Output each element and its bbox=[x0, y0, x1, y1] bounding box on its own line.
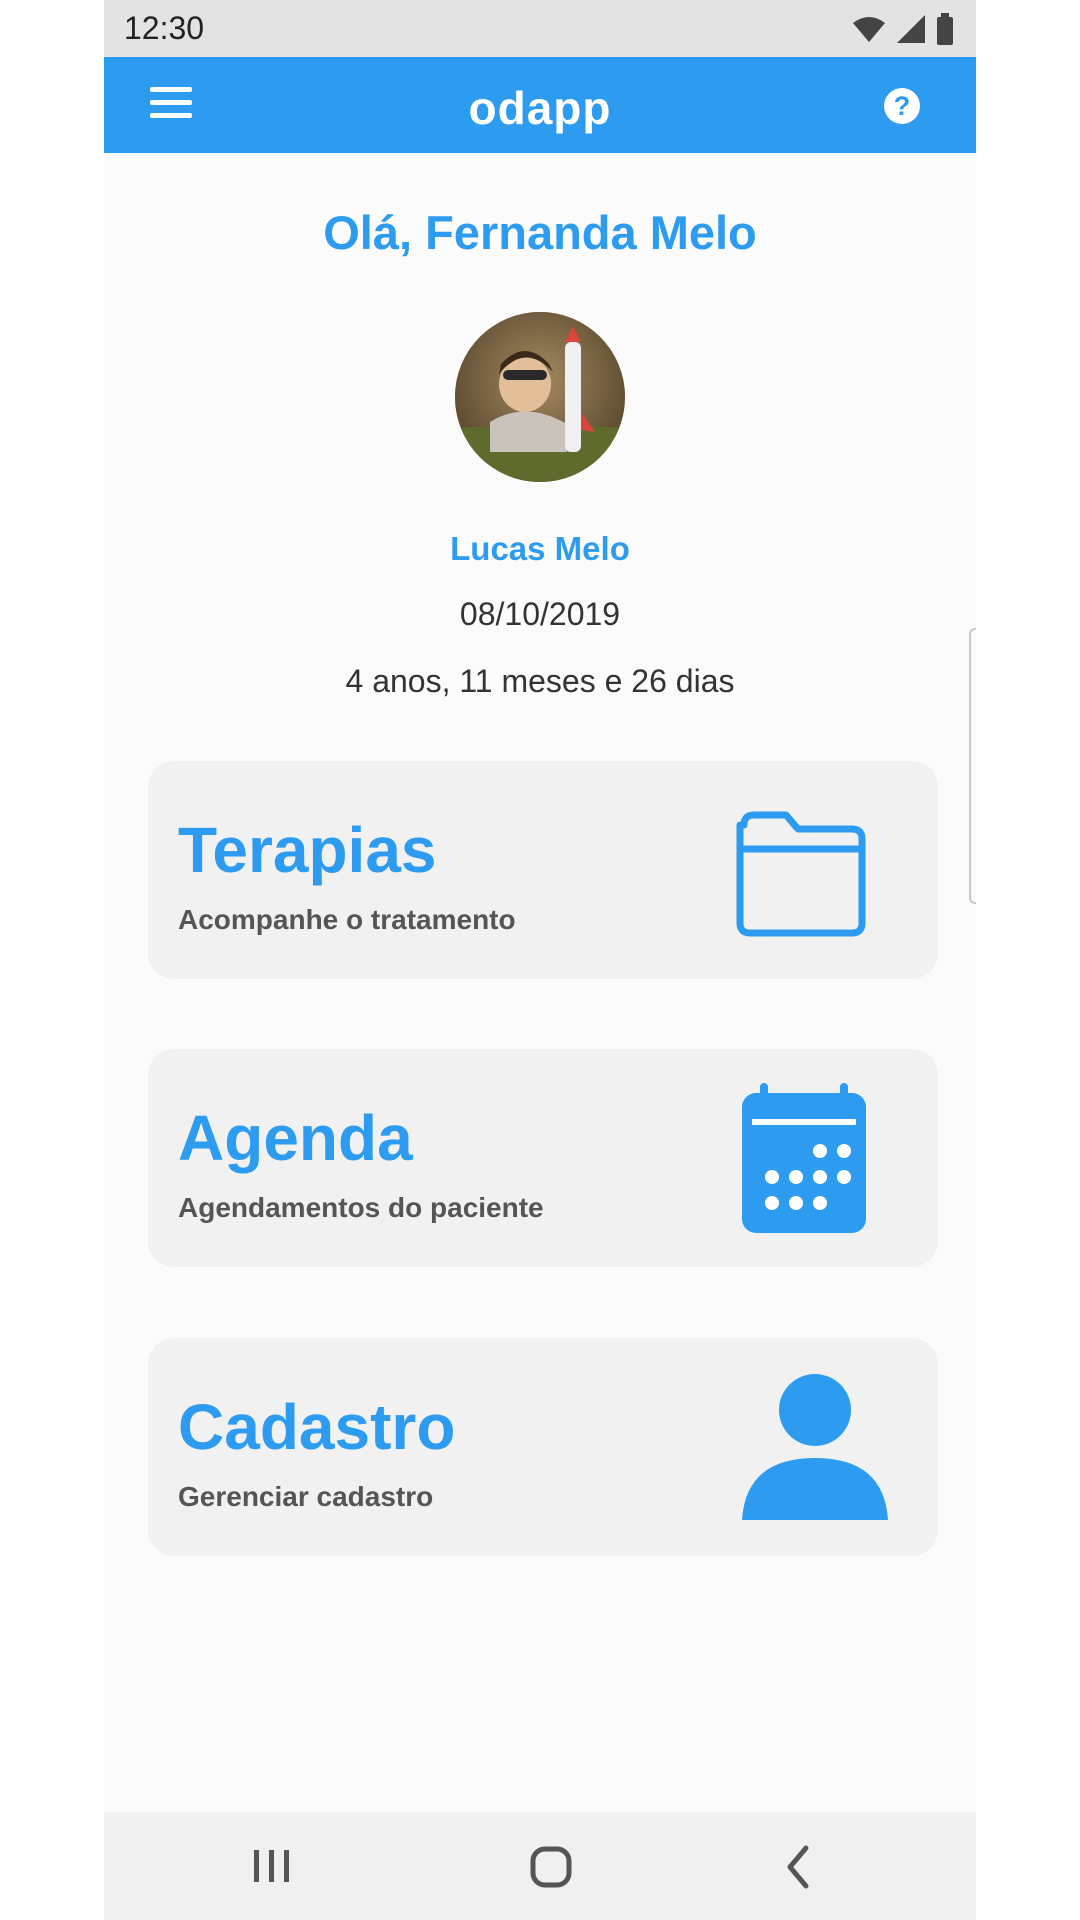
calendar-icon bbox=[742, 1083, 866, 1233]
avatar[interactable] bbox=[455, 312, 625, 482]
recent-apps-icon[interactable] bbox=[252, 1842, 292, 1892]
home-icon[interactable] bbox=[529, 1842, 573, 1892]
card-cadastro[interactable]: Cadastro Gerenciar cadastro bbox=[148, 1338, 938, 1556]
navigation-bar bbox=[104, 1812, 976, 1920]
greeting: Olá, Fernanda Melo bbox=[323, 206, 757, 259]
patient-age: 4 anos, 11 meses e 26 dias bbox=[345, 663, 735, 699]
wifi-icon bbox=[853, 16, 885, 42]
card-subtitle: Agendamentos do paciente bbox=[178, 1192, 544, 1223]
card-subtitle: Gerenciar cadastro bbox=[178, 1481, 434, 1512]
battery-icon bbox=[937, 12, 953, 45]
card-title: Terapias bbox=[178, 814, 437, 886]
scroll-handle[interactable] bbox=[969, 628, 976, 904]
patient-name: Lucas Melo bbox=[450, 530, 630, 567]
status-icons bbox=[852, 12, 954, 45]
status-bar: 12:30 bbox=[104, 0, 976, 57]
status-time: 12:30 bbox=[124, 10, 205, 46]
avatar-photo bbox=[455, 312, 625, 482]
card-title: Cadastro bbox=[178, 1391, 456, 1463]
app-title: odapp bbox=[468, 82, 612, 134]
person-icon bbox=[742, 1374, 888, 1520]
back-icon[interactable] bbox=[782, 1842, 812, 1892]
card-title: Agenda bbox=[178, 1102, 413, 1174]
card-subtitle: Acompanhe o tratamento bbox=[178, 904, 516, 935]
signal-icon bbox=[897, 14, 925, 43]
help-icon[interactable]: ? bbox=[884, 88, 920, 124]
card-terapias[interactable]: Terapias Acompanhe o tratamento bbox=[148, 761, 938, 979]
card-agenda[interactable]: Agenda Agendamentos do paciente bbox=[148, 1049, 938, 1267]
app-bar: odapp ? bbox=[104, 57, 976, 153]
phone-screen: 12:30 odapp ? Olá, Fernanda Melo Lucas M… bbox=[104, 0, 976, 1920]
patient-birth-date: 08/10/2019 bbox=[459, 596, 621, 632]
folder-icon bbox=[736, 811, 866, 937]
